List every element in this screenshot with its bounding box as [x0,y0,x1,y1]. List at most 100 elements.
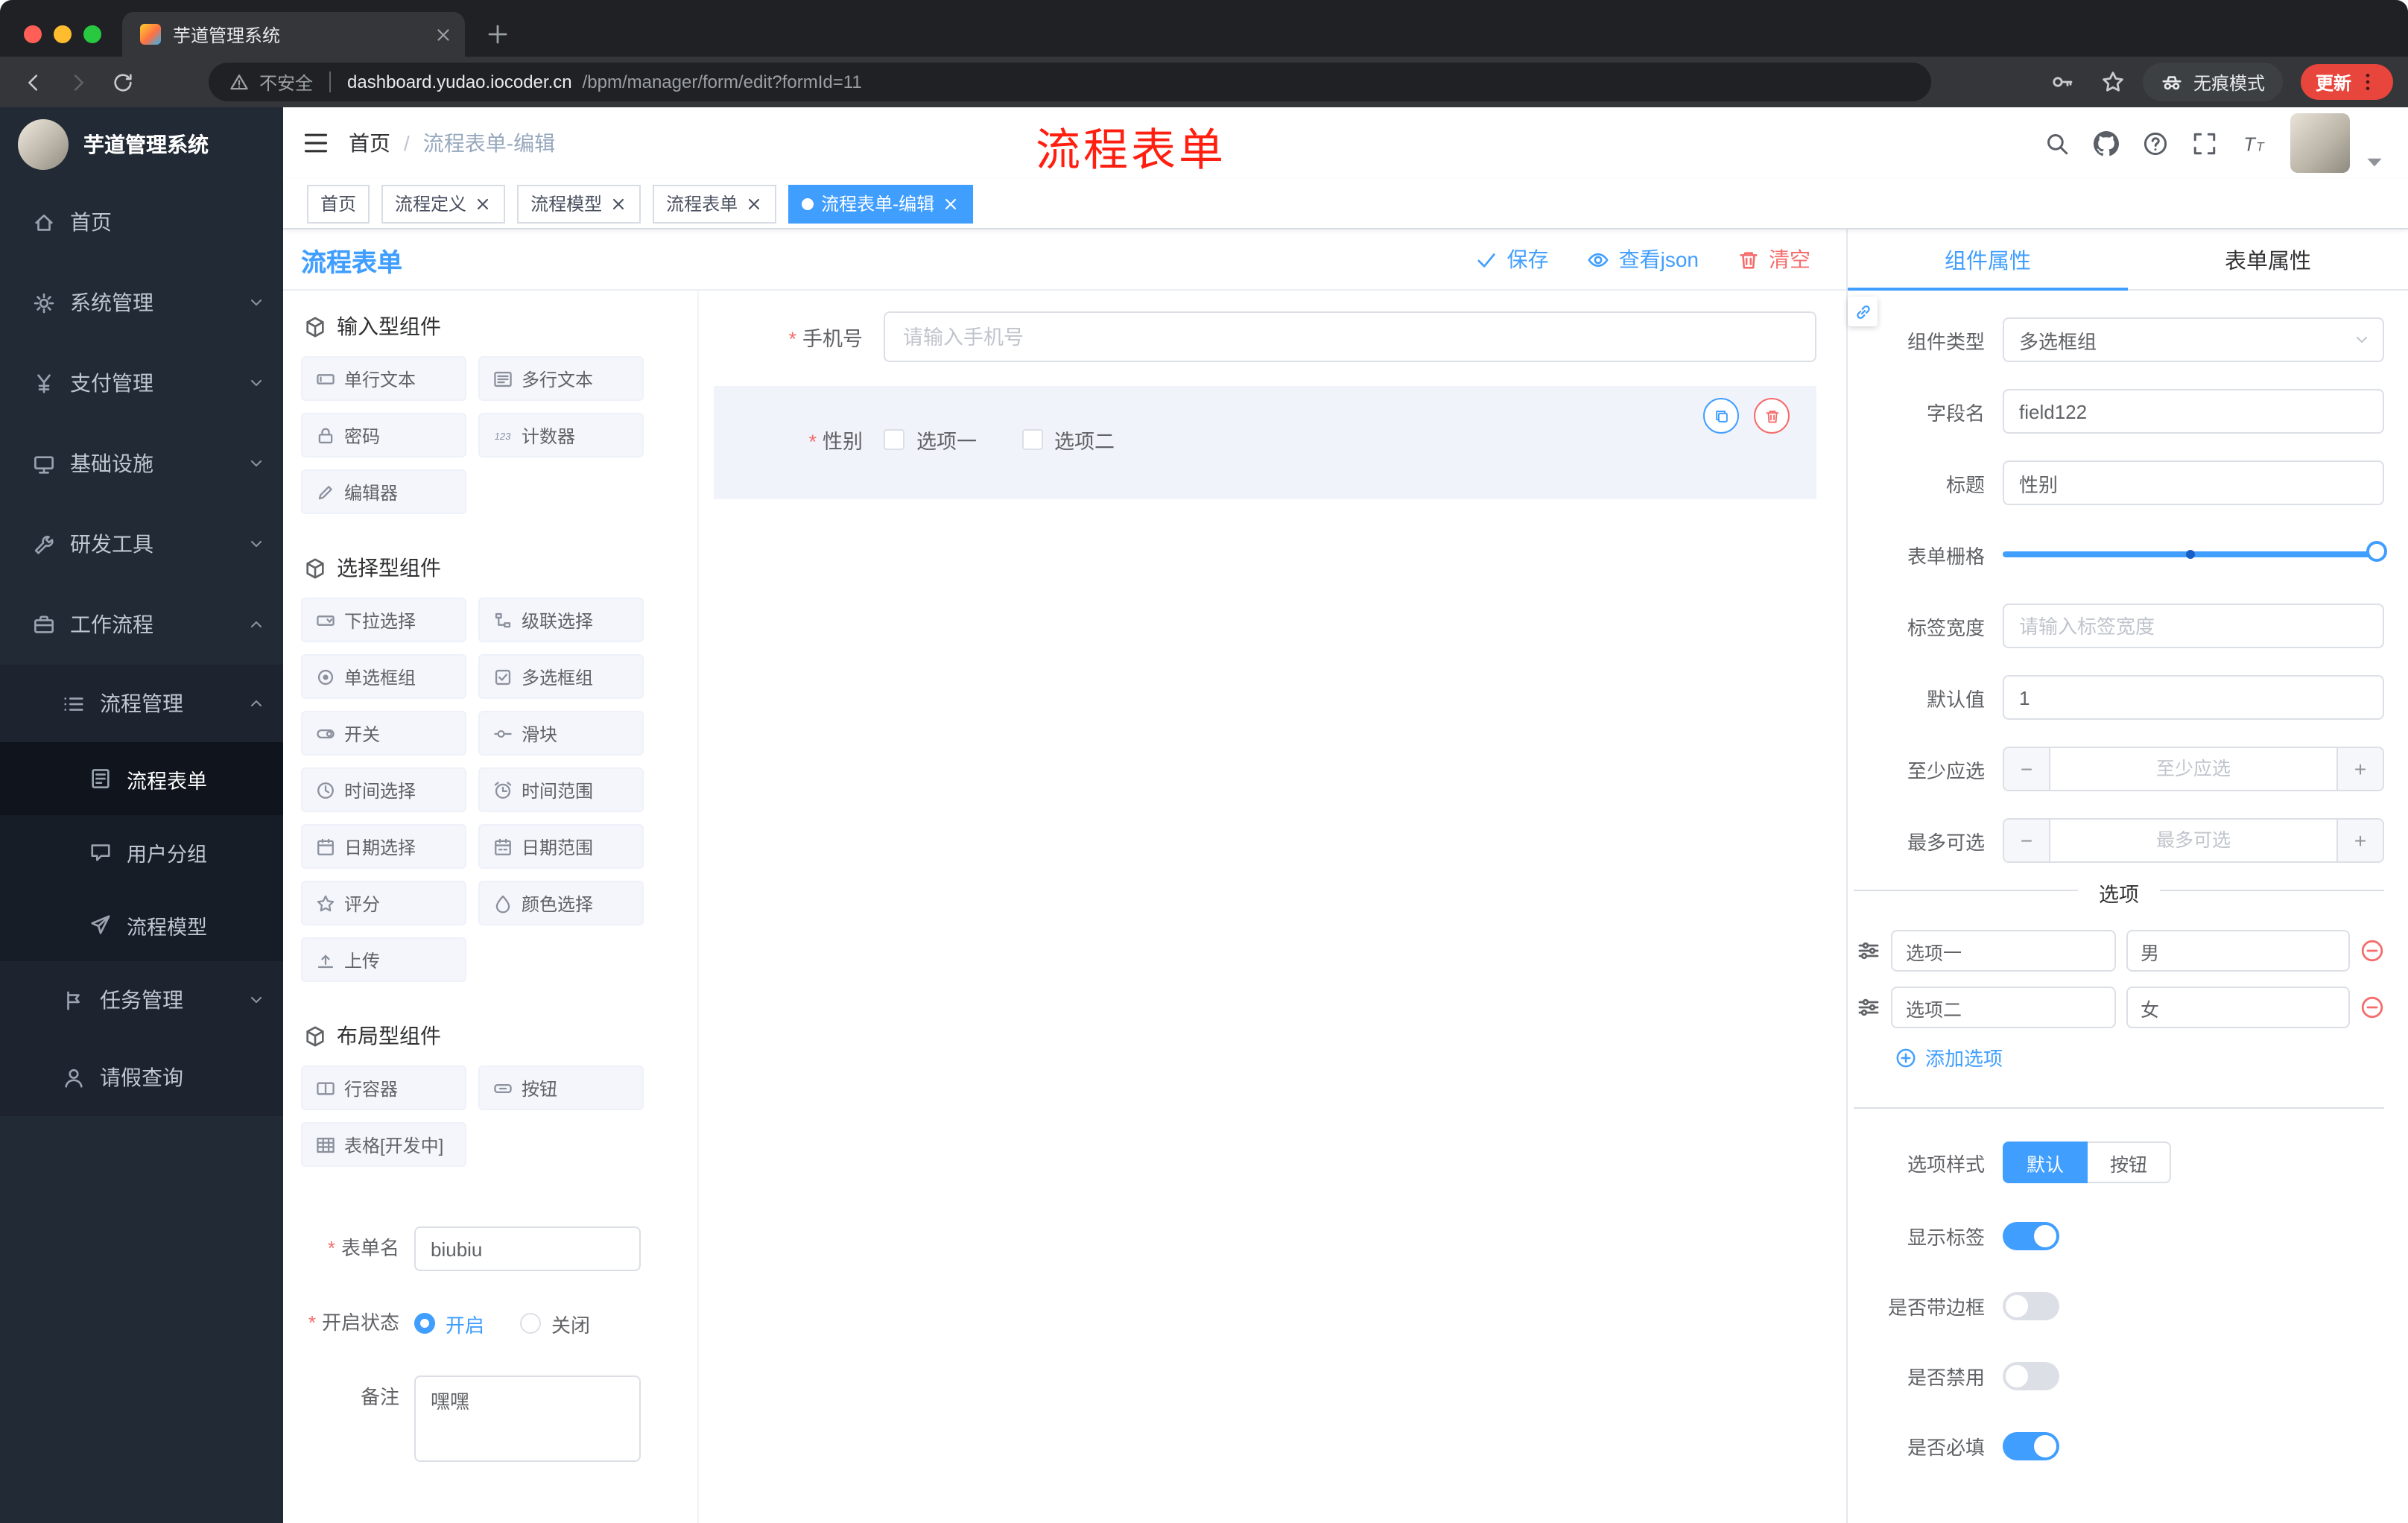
close-icon[interactable] [745,194,763,212]
data-bind-button[interactable] [1848,297,1878,326]
radio-status-off[interactable]: 关闭 [520,1309,590,1337]
component-type-select[interactable]: 多选框组 [2003,317,2384,362]
sidebar-toggle-button[interactable] [283,107,349,179]
radio-status-on[interactable]: 开启 [414,1309,484,1337]
decrease-button[interactable]: − [2004,820,2050,861]
canvas-field-gender-selected[interactable]: 性别 选项一 选项二 [714,386,1816,499]
browser-tab[interactable]: 芋道管理系统 [122,12,465,57]
component-chip-radio-group[interactable]: 单选框组 [301,654,466,699]
component-chip-switch[interactable]: 开关 [301,711,466,756]
sidebar-item-process-model[interactable]: 流程模型 [0,888,283,961]
form-remark-textarea[interactable]: 嘿嘿 [414,1375,641,1462]
sidebar-item-infrastructure[interactable]: 基础设施 [0,423,283,504]
component-chip-date-picker[interactable]: 日期选择 [301,824,466,869]
maximize-window-button[interactable] [83,25,101,43]
sidebar-item-dev-tools[interactable]: 研发工具 [0,504,283,584]
new-tab-icon[interactable] [486,22,510,46]
decrease-button[interactable]: − [2004,748,2050,790]
browser-menu-icon[interactable] [2357,72,2378,92]
drag-handle-icon[interactable] [1857,939,1881,963]
option-style-button-button[interactable]: 按钮 [2088,1142,2172,1183]
max-select-input[interactable] [2050,820,2336,861]
sidebar-item-leave-query[interactable]: 请假查询 [0,1039,283,1116]
tab-close-icon[interactable] [434,25,453,44]
component-chip-upload[interactable]: 上传 [301,937,466,982]
fullscreen-icon[interactable] [2192,130,2217,156]
add-option-button[interactable]: 添加选项 [1895,1043,2384,1071]
form-name-input[interactable] [414,1226,641,1271]
close-icon[interactable] [474,194,492,212]
tab-form-props[interactable]: 表单属性 [2128,229,2408,289]
disabled-switch[interactable] [2003,1362,2059,1390]
option-2-value-input[interactable] [2126,987,2350,1028]
remove-option-icon[interactable] [2360,939,2384,963]
canvas-field-phone[interactable]: 手机号 [714,311,1816,362]
view-json-button[interactable]: 查看json [1588,244,1699,274]
border-switch[interactable] [2003,1292,2059,1320]
drag-handle-icon[interactable] [1857,995,1881,1019]
component-chip-time-picker[interactable]: 时间选择 [301,767,466,812]
sidebar-item-user-group[interactable]: 用户分组 [0,815,283,888]
checkbox-box[interactable] [884,429,904,450]
sidebar-item-process-management[interactable]: 流程管理 [0,665,283,742]
required-switch[interactable] [2003,1432,2059,1460]
option-1-value-input[interactable] [2126,930,2350,972]
update-browser-button[interactable]: 更新 [2300,64,2393,100]
close-icon[interactable] [609,194,627,212]
option-style-default-button[interactable]: 默认 [2003,1142,2088,1183]
component-chip-select[interactable]: 下拉选择 [301,598,466,642]
component-chip-slider[interactable]: 滑块 [478,711,644,756]
sidebar-item-process-form[interactable]: 流程表单 [0,742,283,815]
component-chip-table[interactable]: 表格[开发中] [301,1122,466,1167]
tag-process-form[interactable]: 流程表单 [653,184,777,223]
security-label[interactable]: 不安全 [259,69,313,95]
tag-process-model[interactable]: 流程模型 [517,184,641,223]
increase-button[interactable]: + [2336,748,2383,790]
component-chip-row-container[interactable]: 行容器 [301,1066,466,1110]
component-chip-button[interactable]: 按钮 [478,1066,644,1110]
component-chip-password[interactable]: 密码 [301,413,466,457]
breadcrumb-home[interactable]: 首页 [349,128,390,158]
clear-button[interactable]: 清空 [1737,244,1810,274]
sidebar-item-workflow[interactable]: 工作流程 [0,584,283,665]
avatar[interactable] [2290,113,2350,173]
avatar-caret-icon[interactable] [2362,148,2387,174]
back-button[interactable] [15,64,51,100]
close-window-button[interactable] [24,25,42,43]
minimize-window-button[interactable] [54,25,72,43]
forward-button[interactable] [60,64,95,100]
sidebar-item-home[interactable]: 首页 [0,182,283,262]
component-chip-time-range[interactable]: 时间范围 [478,767,644,812]
tab-component-props[interactable]: 组件属性 [1848,229,2128,291]
grid-slider[interactable] [2003,532,2387,577]
component-chip-cascader[interactable]: 级联选择 [478,598,644,642]
tag-process-form-edit[interactable]: 流程表单-编辑 [788,184,974,223]
title-input[interactable] [2003,460,2384,505]
component-chip-editor[interactable]: 编辑器 [301,469,466,514]
component-chip-single-line-text[interactable]: 单行文本 [301,356,466,401]
tag-process-definition[interactable]: 流程定义 [381,184,506,223]
delete-widget-button[interactable] [1754,398,1790,434]
component-chip-date-range[interactable]: 日期范围 [478,824,644,869]
checkbox-option-one[interactable]: 选项一 [884,425,977,455]
min-select-input[interactable] [2050,748,2336,790]
bookmark-icon[interactable] [2101,70,2125,94]
sidebar-item-task-management[interactable]: 任务管理 [0,961,283,1039]
address-bar[interactable]: 不安全 dashboard.yudao.iocoder.cn/bpm/manag… [209,63,1931,101]
component-chip-counter[interactable]: 123 计数器 [478,413,644,457]
duplicate-widget-button[interactable] [1703,398,1739,434]
save-button[interactable]: 保存 [1476,244,1549,274]
label-width-input[interactable] [2003,604,2384,648]
close-icon[interactable] [942,194,960,212]
search-icon[interactable] [2044,130,2070,156]
component-chip-multi-line-text[interactable]: 多行文本 [478,356,644,401]
tag-home[interactable]: 首页 [307,184,370,223]
checkbox-box[interactable] [1021,429,1042,450]
component-chip-rate[interactable]: 评分 [301,881,466,925]
component-chip-checkbox-group[interactable]: 多选框组 [478,654,644,699]
option-1-label-input[interactable] [1891,930,2115,972]
field-name-input[interactable] [2003,389,2384,434]
checkbox-option-two[interactable]: 选项二 [1021,425,1115,455]
phone-input[interactable] [884,311,1816,362]
component-chip-color-picker[interactable]: 颜色选择 [478,881,644,925]
